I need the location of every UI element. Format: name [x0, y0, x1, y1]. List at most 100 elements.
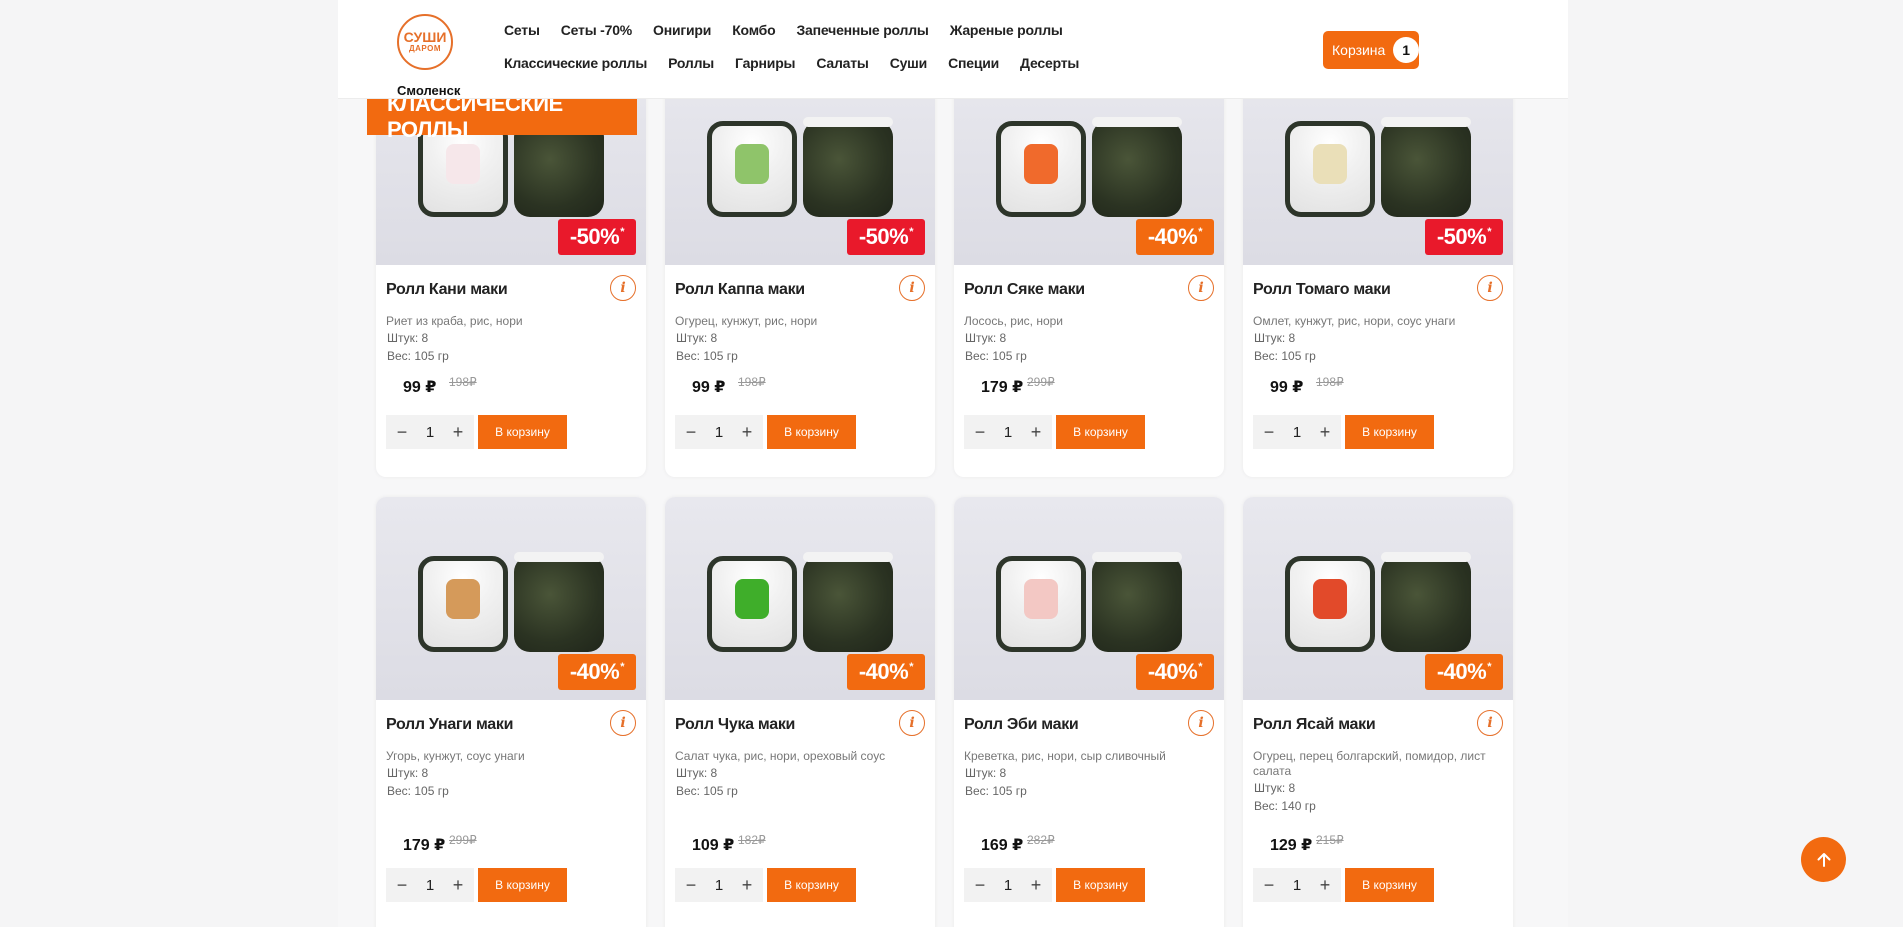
info-icon[interactable]: i [1477, 275, 1503, 301]
cart-count-badge: 1 [1393, 37, 1419, 63]
logo[interactable]: СУШИ ДАРОМ [397, 14, 453, 70]
quantity-value: 1 [1292, 876, 1302, 894]
product-card: -50% * Ролл Томаго маки i Омлет, кунжут, рис… [1243, 62, 1513, 477]
product-pieces: Штук: 8 [387, 331, 429, 345]
increase-button[interactable]: + [1026, 875, 1046, 896]
add-to-cart-button[interactable]: В корзину [767, 415, 856, 449]
info-icon[interactable]: i [610, 710, 636, 736]
product-pieces: Штук: 8 [1254, 781, 1296, 795]
decrease-button[interactable]: − [970, 422, 990, 443]
nav-item-fried-rolls[interactable]: Жареные роллы [950, 20, 1063, 40]
add-to-cart-button[interactable]: В корзину [478, 415, 567, 449]
roll-cut-image [707, 121, 797, 217]
product-description: Салат чука, рис, нори, ореховый соус [675, 749, 886, 763]
add-to-cart-button[interactable]: В корзину [478, 868, 567, 902]
product-weight: Вес: 105 гр [965, 784, 1027, 798]
product-image[interactable]: -40% * [954, 497, 1224, 700]
decrease-button[interactable]: − [392, 875, 412, 896]
increase-button[interactable]: + [1026, 422, 1046, 443]
increase-button[interactable]: + [448, 875, 468, 896]
decrease-button[interactable]: − [392, 422, 412, 443]
quantity-value: 1 [714, 876, 724, 894]
product-old-price: 182₽ [738, 833, 766, 847]
info-icon[interactable]: i [1477, 710, 1503, 736]
product-weight: Вес: 105 гр [965, 349, 1027, 363]
product-pieces: Штук: 8 [965, 766, 1007, 780]
product-weight: Вес: 105 гр [387, 784, 449, 798]
decrease-button[interactable]: − [1259, 875, 1279, 896]
product-title[interactable]: Ролл Сяке маки [964, 281, 1085, 299]
decrease-button[interactable]: − [681, 875, 701, 896]
product-title[interactable]: Ролл Унаги маки [386, 716, 513, 734]
discount-badge: -40% * [846, 654, 925, 690]
cart-button[interactable]: Корзина 1 [1323, 31, 1419, 69]
product-image[interactable]: -40% * [665, 497, 935, 700]
product-weight: Вес: 140 гр [1254, 799, 1316, 813]
nav-item-classic-rolls[interactable]: Классические роллы [504, 53, 647, 73]
add-to-cart-button[interactable]: В корзину [1345, 868, 1434, 902]
nav-item-onigiri[interactable]: Онигири [653, 20, 711, 40]
arrow-up-icon [1817, 852, 1830, 867]
nav-item-desserts[interactable]: Десерты [1020, 53, 1079, 73]
info-icon[interactable]: i [1188, 275, 1214, 301]
info-icon[interactable]: i [1188, 710, 1214, 736]
quantity-value: 1 [714, 423, 724, 441]
roll-cut-image [996, 121, 1086, 217]
add-to-cart-button[interactable]: В корзину [767, 868, 856, 902]
product-pieces: Штук: 8 [387, 766, 429, 780]
roll-nori-image [1381, 552, 1471, 652]
decrease-button[interactable]: − [970, 875, 990, 896]
scroll-top-button[interactable] [1801, 837, 1846, 882]
product-title[interactable]: Ролл Каппа маки [675, 281, 805, 299]
product-title[interactable]: Ролл Эби маки [964, 716, 1079, 734]
product-description: Лосось, рис, нори [964, 314, 1063, 328]
quantity-value: 1 [1292, 423, 1302, 441]
increase-button[interactable]: + [448, 422, 468, 443]
nav-item-combo[interactable]: Комбо [732, 20, 775, 40]
roll-cut-image [996, 556, 1086, 652]
roll-nori-image [803, 552, 893, 652]
add-to-cart-button[interactable]: В корзину [1056, 868, 1145, 902]
nav-item-sides[interactable]: Гарниры [735, 53, 795, 73]
info-icon[interactable]: i [610, 275, 636, 301]
product-price: 179 ₽ [981, 379, 1024, 396]
roll-nori-image [803, 117, 893, 217]
product-title[interactable]: Ролл Кани маки [386, 281, 508, 299]
decrease-button[interactable]: − [1259, 422, 1279, 443]
nav-item-sets[interactable]: Сеты [504, 20, 540, 40]
nav-item-baked-rolls[interactable]: Запеченные роллы [796, 20, 928, 40]
product-old-price: 198₽ [449, 375, 477, 389]
nav-item-sets-70[interactable]: Сеты -70% [561, 20, 632, 40]
product-image[interactable]: -40% * [1243, 497, 1513, 700]
quantity-stepper: −1 + [386, 415, 474, 449]
increase-button[interactable]: + [737, 422, 757, 443]
product-price: 129 ₽ [1270, 837, 1313, 854]
product-card: -40% * Ролл Унаги маки i Угорь, кунжут, соус… [376, 497, 646, 927]
info-icon[interactable]: i [899, 275, 925, 301]
product-price: 179 ₽ [403, 837, 446, 854]
add-to-cart-button[interactable]: В корзину [1345, 415, 1434, 449]
increase-button[interactable]: + [737, 875, 757, 896]
product-image[interactable]: -40% * [376, 497, 646, 700]
product-title[interactable]: Ролл Томаго маки [1253, 281, 1391, 299]
decrease-button[interactable]: − [681, 422, 701, 443]
roll-nori-image [1381, 117, 1471, 217]
city-selector[interactable]: Смоленск [397, 83, 460, 98]
category-nav: Сеты Сеты -70% Онигири Комбо Запеченные … [504, 20, 1144, 73]
roll-cut-image [418, 556, 508, 652]
info-icon[interactable]: i [899, 710, 925, 736]
quantity-stepper: −1 + [1253, 415, 1341, 449]
quantity-stepper: −1 + [964, 868, 1052, 902]
increase-button[interactable]: + [1315, 422, 1335, 443]
nav-item-salads[interactable]: Салаты [816, 53, 869, 73]
nav-item-spices[interactable]: Специи [948, 53, 999, 73]
product-old-price: 215₽ [1316, 833, 1344, 847]
nav-item-sushi[interactable]: Суши [890, 53, 928, 73]
nav-item-rolls[interactable]: Роллы [668, 53, 714, 73]
logo-text-bottom: ДАРОМ [408, 43, 442, 53]
add-to-cart-button[interactable]: В корзину [1056, 415, 1145, 449]
quantity-stepper: −1 + [675, 868, 763, 902]
product-title[interactable]: Ролл Ясай маки [1253, 716, 1376, 734]
product-title[interactable]: Ролл Чука маки [675, 716, 795, 734]
increase-button[interactable]: + [1315, 875, 1335, 896]
